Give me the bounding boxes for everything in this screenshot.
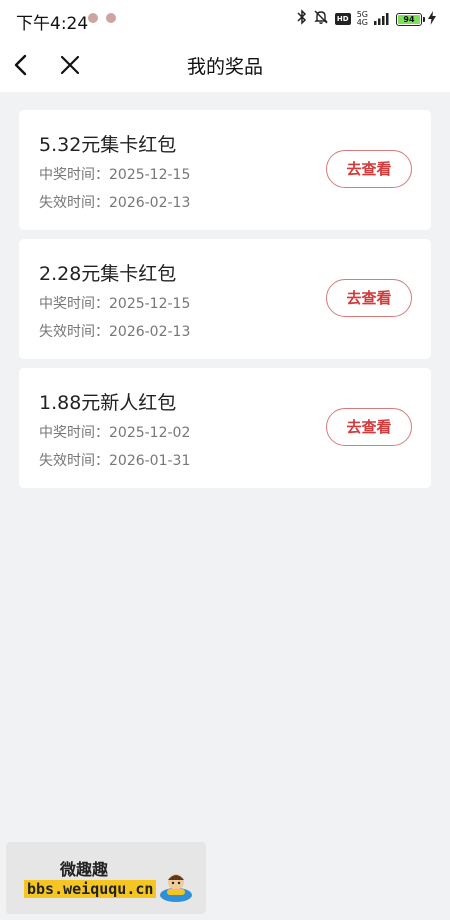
watermark: 微趣趣 bbs.weiququ.cn — [6, 842, 206, 914]
mascot-icon — [158, 868, 194, 904]
status-bar: 下午4:24 HD 5G 4G 94 — [0, 0, 450, 38]
view-prize-button[interactable]: 去查看 — [326, 150, 412, 188]
network-type: 5G 4G — [357, 11, 368, 27]
prize-list: 5.32元集卡红包 中奖时间：2025-12-15 失效时间：2026-02-1… — [19, 110, 431, 497]
bell-muted-icon — [313, 9, 329, 29]
prize-name: 2.28元集卡红包 — [39, 263, 177, 285]
prize-expire-time: 失效时间：2026-01-31 — [39, 453, 191, 469]
prize-card: 1.88元新人红包 中奖时间：2025-12-02 失效时间：2026-01-3… — [19, 368, 431, 488]
nav-bar: 我的奖品 — [0, 38, 450, 92]
prize-card: 5.32元集卡红包 中奖时间：2025-12-15 失效时间：2026-02-1… — [19, 110, 431, 230]
hd-icon: HD — [334, 13, 351, 25]
prize-won-time: 中奖时间：2025-12-15 — [39, 167, 191, 183]
notification-icon — [106, 13, 116, 23]
prize-name: 5.32元集卡红包 — [39, 134, 177, 156]
view-prize-button[interactable]: 去查看 — [326, 279, 412, 317]
notification-icon — [88, 13, 98, 23]
battery-icon: 94 — [396, 12, 425, 26]
page-title: 我的奖品 — [186, 56, 263, 78]
charging-icon — [428, 10, 436, 29]
watermark-url: bbs.weiququ.cn — [24, 880, 157, 898]
prize-name: 1.88元新人红包 — [39, 392, 177, 414]
watermark-title: 微趣趣 — [60, 860, 109, 879]
prize-won-time: 中奖时间：2025-12-15 — [39, 296, 191, 312]
prize-expire-time: 失效时间：2026-02-13 — [39, 195, 191, 211]
prize-card: 2.28元集卡红包 中奖时间：2025-12-15 失效时间：2026-02-1… — [19, 239, 431, 359]
network-label-bottom: 4G — [356, 18, 368, 27]
bluetooth-icon — [297, 9, 307, 29]
prize-expire-time: 失效时间：2026-02-13 — [39, 324, 191, 340]
view-prize-button[interactable]: 去查看 — [326, 408, 412, 446]
battery-level: 94 — [398, 14, 420, 24]
status-icons: HD 5G 4G 94 — [297, 9, 436, 29]
status-time: 下午4:24 — [16, 14, 89, 34]
prize-won-time: 中奖时间：2025-12-02 — [39, 425, 191, 441]
signal-icon — [374, 10, 390, 29]
battery-cap — [423, 16, 425, 22]
